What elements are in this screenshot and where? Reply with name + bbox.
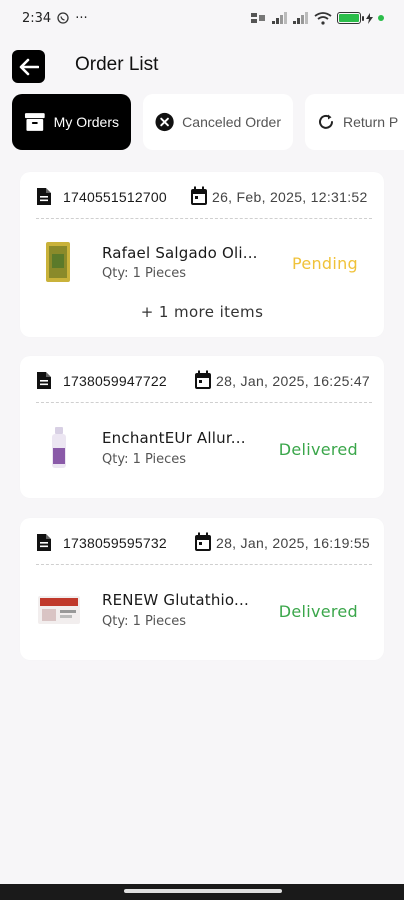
document-icon (37, 188, 51, 205)
order-card-header: 1738059947722 28, Jan, 2025, 16:25:47 (20, 356, 384, 402)
product-name: RENEW Glutathio... (102, 591, 249, 609)
product-thumbnail (46, 242, 70, 282)
product-qty: Qty: 1 Pieces (102, 266, 187, 281)
status-bar: 2:34 ··· (0, 0, 404, 36)
charging-icon (366, 12, 373, 24)
order-date: 26, Feb, 2025, 12:31:52 (212, 189, 368, 205)
order-card[interactable]: 1740551512700 26, Feb, 2025, 12:31:52 Ra… (20, 172, 384, 337)
home-gesture-handle[interactable] (124, 889, 282, 893)
order-tabs: My Orders Canceled Order Return P (12, 94, 404, 152)
document-icon (37, 534, 51, 551)
speed-icon (251, 13, 265, 23)
divider (36, 402, 372, 403)
order-status-badge: Pending (291, 254, 358, 273)
calendar-icon (195, 532, 211, 551)
whatsapp-icon (57, 12, 69, 24)
order-date: 28, Jan, 2025, 16:25:47 (216, 373, 371, 389)
tab-return-product[interactable]: Return P (305, 94, 404, 150)
refresh-icon (319, 114, 333, 129)
back-button[interactable] (12, 50, 45, 83)
order-id: 1740551512700 (63, 189, 167, 205)
product-name: Rafael Salgado Oli... (102, 244, 258, 262)
cancel-icon (155, 112, 174, 132)
tab-label: My Orders (53, 114, 119, 130)
order-card-header: 1738059595732 28, Jan, 2025, 16:19:55 (20, 518, 384, 564)
tab-label: Return P (343, 114, 399, 130)
order-id: 1738059595732 (63, 535, 167, 551)
signal-icon (293, 12, 308, 24)
order-status-badge: Delivered (278, 602, 358, 621)
clock: 2:34 (22, 10, 52, 26)
charge-dot (378, 15, 384, 21)
order-status-badge: Delivered (278, 440, 358, 459)
page-title: Order List (75, 54, 159, 75)
calendar-icon (191, 186, 207, 205)
signal-icon (272, 12, 287, 24)
tab-label: Canceled Order (182, 114, 281, 130)
order-card[interactable]: 1738059595732 28, Jan, 2025, 16:19:55 RE… (20, 518, 384, 660)
more-notifications-icon: ··· (75, 10, 88, 26)
battery-icon (337, 12, 364, 24)
product-thumbnail (38, 596, 80, 624)
wifi-icon (314, 11, 332, 25)
tab-canceled-order[interactable]: Canceled Order (143, 94, 293, 150)
divider (36, 218, 372, 219)
app-header: Order List (0, 46, 404, 86)
product-thumbnail (52, 427, 66, 468)
archive-icon (24, 113, 45, 131)
tab-my-orders[interactable]: My Orders (12, 94, 131, 150)
order-id: 1738059947722 (63, 373, 167, 389)
more-items-link[interactable]: + 1 more items (20, 303, 384, 321)
product-qty: Qty: 1 Pieces (102, 614, 187, 629)
order-date: 28, Jan, 2025, 16:19:55 (216, 535, 371, 551)
product-name: EnchantEUr Allur... (102, 429, 246, 447)
arrow-left-icon (19, 58, 39, 75)
order-card-header: 1740551512700 26, Feb, 2025, 12:31:52 (20, 172, 384, 218)
system-nav-bar (0, 884, 404, 900)
order-card[interactable]: 1738059947722 28, Jan, 2025, 16:25:47 En… (20, 356, 384, 498)
product-qty: Qty: 1 Pieces (102, 452, 187, 467)
divider (36, 564, 372, 565)
calendar-icon (195, 370, 211, 389)
document-icon (37, 372, 51, 389)
